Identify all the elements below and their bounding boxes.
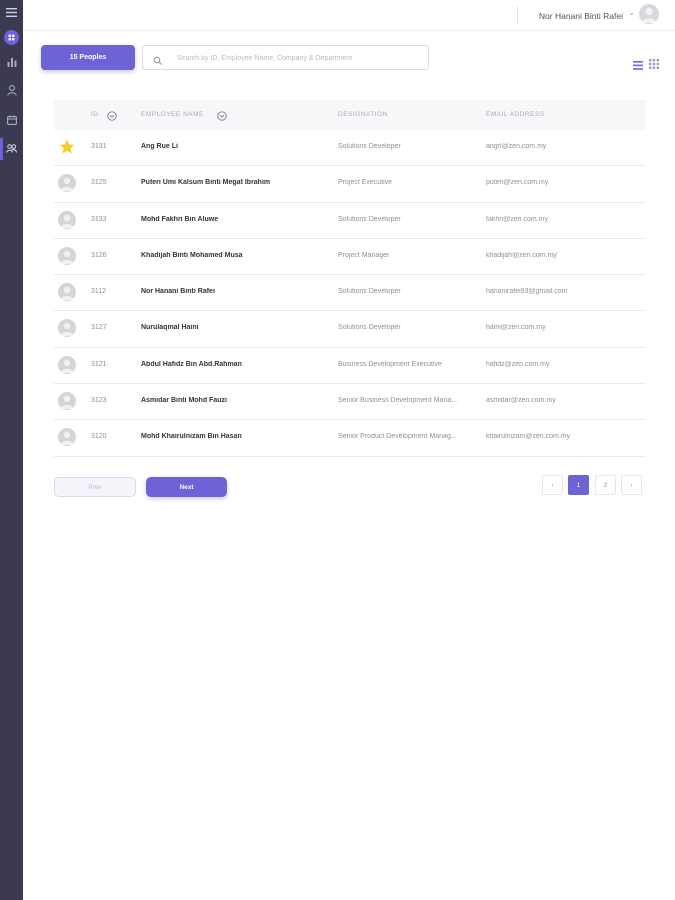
employee-designation: Project Executive (338, 179, 393, 187)
dashboard-icon (4, 30, 19, 50)
table-row[interactable]: 3121 Abdul Hafidz Bin Abd.Rahman Business … (54, 348, 646, 385)
employee-table: ID EMPLOYEE NAME DESIGNATION EMAIL ADDRE… (54, 100, 646, 457)
employee-id: 3127 (91, 324, 107, 332)
sidebar (0, 0, 23, 900)
employee-id: 3120 (91, 433, 107, 441)
avatar (58, 392, 76, 411)
table-row[interactable]: 3123 Asmidar Binti Mohd Fauzi Senior Busin… (54, 384, 646, 421)
employee-email: puteri@zen.com.my (486, 179, 549, 187)
user-icon (6, 83, 17, 101)
table-row[interactable]: 3131 Ang Rue Li Solutions Developer angrl@z… (54, 130, 646, 167)
table-row[interactable]: 3125 Puteri Umi Kalsum Binti Megat Ibrahi… (54, 166, 646, 203)
employee-email: haini@zen.com.my (486, 324, 546, 332)
star-avatar-icon (58, 138, 76, 156)
employee-name: Mohd Khairulnizam Bin Hasan (141, 433, 242, 441)
employee-email: hafidz@zen.com.my (486, 360, 550, 368)
column-header-name[interactable]: EMPLOYEE NAME (141, 111, 204, 118)
page-next-arrow[interactable]: › (621, 475, 642, 495)
employee-designation: Business Development Executive (338, 360, 442, 368)
avatar (58, 174, 76, 193)
table-row[interactable]: 3126 Khadijah Binti Mohamed Musa Project M… (54, 239, 646, 276)
sidebar-item-calendar[interactable] (0, 110, 23, 132)
employee-name: Puteri Umi Kalsum Binti Megat Ibrahim (141, 179, 271, 187)
avatar (58, 283, 76, 302)
employee-email: angrl@zen.com.my (486, 143, 547, 150)
employee-designation: Senior Product Development Manag... (338, 433, 457, 441)
chevron-down-icon[interactable]: ⌄ (628, 8, 635, 17)
employee-designation: Solutions Developer (338, 288, 401, 296)
page-2[interactable]: 2 (595, 475, 616, 495)
employee-email: fakhri@zen.com.my (486, 215, 548, 223)
employee-name: Nor Hanani Binti Rafei (141, 288, 215, 296)
page-prev-arrow[interactable]: ‹ (542, 475, 563, 495)
people-count-button[interactable]: 15 Peoples (41, 45, 135, 70)
grid-view-icon[interactable] (649, 56, 659, 69)
avatar (58, 210, 76, 229)
employee-email: khadijah@zen.com.my (486, 251, 557, 259)
employee-id: 3123 (91, 397, 107, 405)
sort-chevron-icon[interactable] (107, 108, 117, 121)
employee-name: Asmidar Binti Mohd Fauzi (141, 397, 227, 405)
next-button[interactable]: Next (146, 477, 227, 497)
bar-chart-icon (7, 54, 17, 72)
employee-designation: Solutions Developer (338, 215, 401, 223)
sidebar-item-dashboard[interactable] (0, 29, 23, 51)
search-field[interactable] (142, 45, 429, 70)
page-1[interactable]: 1 (568, 475, 589, 495)
table-row[interactable]: 3127 Nurulaqmal Haini Solutions Developer h… (54, 311, 646, 348)
menu-hamburger-icon[interactable] (0, 1, 23, 23)
employee-email: hananirafei93@gmail.com (486, 288, 568, 296)
employee-name: Khadijah Binti Mohamed Musa (141, 251, 243, 259)
table-row[interactable]: 3112 Nor Hanani Binti Rafei Solutions Deve… (54, 275, 646, 312)
table-row[interactable]: 3133 Mohd Fakhri Bin Aluwe Solutions Devel… (54, 203, 646, 239)
column-header-email: EMAIL ADDRESS (486, 111, 545, 118)
avatar[interactable] (639, 4, 659, 24)
search-icon (153, 53, 163, 66)
sort-chevron-icon[interactable] (217, 108, 227, 121)
employee-id: 3131 (91, 143, 107, 150)
sidebar-item-people[interactable] (0, 138, 23, 160)
employee-id: 3112 (91, 288, 107, 296)
column-header-id[interactable]: ID (91, 111, 99, 118)
employee-name: Mohd Fakhri Bin Aluwe (141, 215, 219, 223)
employee-id: 3121 (91, 360, 107, 368)
table-header: ID EMPLOYEE NAME DESIGNATION EMAIL ADDRE… (54, 100, 646, 130)
avatar (58, 428, 76, 447)
divider (517, 6, 518, 24)
column-header-designation: DESIGNATION (338, 111, 388, 118)
employee-designation: Project Manager (338, 251, 390, 259)
avatar (58, 246, 76, 265)
employee-id: 3126 (91, 251, 107, 259)
employee-email: asmidar@zen.com.my (486, 397, 556, 405)
top-bar: Nor Hanani Binti Rafei ⌄ (23, 0, 675, 31)
employee-designation: Solutions Developer (338, 324, 401, 332)
avatar (58, 355, 76, 374)
employee-name: Ang Rue Li (141, 143, 178, 150)
employee-designation: Solutions Developer (338, 143, 401, 150)
user-name[interactable]: Nor Hanani Binti Rafei (539, 11, 623, 21)
employee-id: 3133 (91, 215, 107, 223)
table-body: 3131 Ang Rue Li Solutions Developer angrl@z… (54, 130, 646, 457)
calendar-icon (6, 112, 17, 130)
sidebar-item-profile[interactable] (0, 81, 23, 103)
employee-email: khairulnizam@zen.com.my (486, 433, 571, 441)
avatar (58, 319, 76, 338)
sidebar-item-reports[interactable] (0, 52, 23, 74)
employee-id: 3125 (91, 179, 107, 187)
prev-button[interactable]: Prev (54, 477, 136, 497)
employee-name: Abdul Hafidz Bin Abd.Rahman (141, 360, 242, 368)
users-icon (6, 140, 17, 158)
employee-designation: Senior Business Development Mana... (338, 397, 458, 405)
table-row[interactable]: 3120 Mohd Khairulnizam Bin Hasan Senior Pr… (54, 420, 646, 457)
search-input[interactable] (177, 51, 422, 65)
employee-name: Nurulaqmal Haini (141, 324, 199, 332)
list-view-icon[interactable] (633, 57, 643, 70)
